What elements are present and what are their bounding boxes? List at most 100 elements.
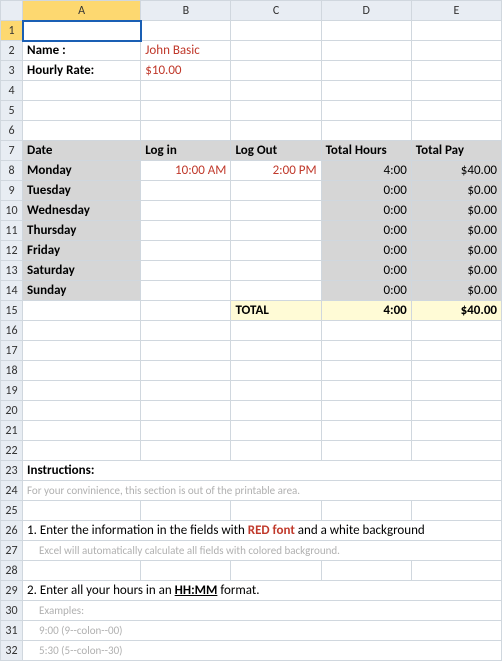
col-header-C[interactable]: C (231, 1, 321, 21)
cell-A21[interactable] (23, 421, 141, 441)
cell-A17[interactable] (23, 341, 141, 361)
cell-B28[interactable] (141, 561, 231, 581)
login-3[interactable] (141, 221, 231, 241)
cell-E18[interactable] (411, 361, 501, 381)
hours-1[interactable]: 0:00 (321, 181, 411, 201)
cell-A16[interactable] (23, 321, 141, 341)
cell-E22[interactable] (411, 441, 501, 461)
row-header-24[interactable]: 24 (1, 481, 23, 501)
cell-D28[interactable] (321, 561, 411, 581)
label-name[interactable]: Name : (23, 41, 141, 61)
cell-C22[interactable] (231, 441, 321, 461)
pay-1[interactable]: $0.00 (411, 181, 501, 201)
instructions-heading[interactable]: Instructions: (23, 461, 502, 481)
pay-3[interactable]: $0.00 (411, 221, 501, 241)
example-1[interactable]: 9:00 (9--colon--00) (23, 621, 502, 641)
hours-3[interactable]: 0:00 (321, 221, 411, 241)
cell-B17[interactable] (141, 341, 231, 361)
cell-E20[interactable] (411, 401, 501, 421)
row-header-17[interactable]: 17 (1, 341, 23, 361)
cell-E6[interactable] (411, 121, 501, 141)
pay-4[interactable]: $0.00 (411, 241, 501, 261)
cell-B5[interactable] (141, 101, 231, 121)
cell-A1[interactable] (23, 21, 141, 41)
cell-D2[interactable] (321, 41, 411, 61)
row-header-9[interactable]: 9 (1, 181, 23, 201)
cell-E28[interactable] (411, 561, 501, 581)
cell-D25[interactable] (321, 501, 411, 521)
row-header-18[interactable]: 18 (1, 361, 23, 381)
hours-0[interactable]: 4:00 (321, 161, 411, 181)
row-header-14[interactable]: 14 (1, 281, 23, 301)
login-6[interactable] (141, 281, 231, 301)
instructions-note[interactable]: For your convinience, this section is ou… (23, 481, 502, 501)
day-1[interactable]: Tuesday (23, 181, 141, 201)
cell-E1[interactable] (411, 21, 501, 41)
cell-B6[interactable] (141, 121, 231, 141)
col-header-B[interactable]: B (141, 1, 231, 21)
login-5[interactable] (141, 261, 231, 281)
instructions-step1-note[interactable]: Excel will automatically calculate all f… (23, 541, 502, 561)
col-header-D[interactable]: D (321, 1, 411, 21)
cell-D20[interactable] (321, 401, 411, 421)
cell-C28[interactable] (231, 561, 321, 581)
cell-A18[interactable] (23, 361, 141, 381)
instructions-step1[interactable]: 1. Enter the information in the fields w… (23, 521, 502, 541)
logout-5[interactable] (231, 261, 321, 281)
cell-A25[interactable] (23, 501, 141, 521)
logout-3[interactable] (231, 221, 321, 241)
login-2[interactable] (141, 201, 231, 221)
row-header-15[interactable]: 15 (1, 301, 23, 321)
day-5[interactable]: Saturday (23, 261, 141, 281)
cell-B18[interactable] (141, 361, 231, 381)
col-header-E[interactable]: E (411, 1, 501, 21)
col-header-A[interactable]: A (23, 1, 141, 21)
row-header-32[interactable]: 32 (1, 641, 23, 661)
cell-C6[interactable] (231, 121, 321, 141)
cell-D17[interactable] (321, 341, 411, 361)
cell-B21[interactable] (141, 421, 231, 441)
cell-D5[interactable] (321, 101, 411, 121)
hours-4[interactable]: 0:00 (321, 241, 411, 261)
day-6[interactable]: Sunday (23, 281, 141, 301)
cell-C25[interactable] (231, 501, 321, 521)
row-header-10[interactable]: 10 (1, 201, 23, 221)
row-header-25[interactable]: 25 (1, 501, 23, 521)
row-header-6[interactable]: 6 (1, 121, 23, 141)
day-0[interactable]: Monday (23, 161, 141, 181)
logout-1[interactable] (231, 181, 321, 201)
value-name[interactable]: John Basic (141, 41, 231, 61)
value-rate[interactable]: $10.00 (141, 61, 231, 81)
cell-E4[interactable] (411, 81, 501, 101)
hours-2[interactable]: 0:00 (321, 201, 411, 221)
cell-B16[interactable] (141, 321, 231, 341)
cell-E2[interactable] (411, 41, 501, 61)
day-4[interactable]: Friday (23, 241, 141, 261)
cell-B19[interactable] (141, 381, 231, 401)
cell-B22[interactable] (141, 441, 231, 461)
cell-C18[interactable] (231, 361, 321, 381)
label-rate[interactable]: Hourly Rate: (23, 61, 141, 81)
cell-A20[interactable] (23, 401, 141, 421)
row-header-31[interactable]: 31 (1, 621, 23, 641)
logout-0[interactable]: 2:00 PM (231, 161, 321, 181)
cell-E21[interactable] (411, 421, 501, 441)
cell-C17[interactable] (231, 341, 321, 361)
cell-D21[interactable] (321, 421, 411, 441)
cell-D22[interactable] (321, 441, 411, 461)
login-0[interactable]: 10:00 AM (141, 161, 231, 181)
cell-B25[interactable] (141, 501, 231, 521)
row-header-13[interactable]: 13 (1, 261, 23, 281)
cell-D4[interactable] (321, 81, 411, 101)
row-header-30[interactable]: 30 (1, 601, 23, 621)
row-header-29[interactable]: 29 (1, 581, 23, 601)
instructions-step2[interactable]: 2. Enter all your hours in an HH:MM form… (23, 581, 502, 601)
cell-A15[interactable] (23, 301, 141, 321)
row-header-11[interactable]: 11 (1, 221, 23, 241)
spreadsheet-grid[interactable]: A B C D E 1 2 Name : John Basic 3 (0, 0, 502, 661)
row-header-4[interactable]: 4 (1, 81, 23, 101)
row-header-21[interactable]: 21 (1, 421, 23, 441)
row-header-8[interactable]: 8 (1, 161, 23, 181)
examples-label[interactable]: Examples: (23, 601, 502, 621)
row-header-23[interactable]: 23 (1, 461, 23, 481)
